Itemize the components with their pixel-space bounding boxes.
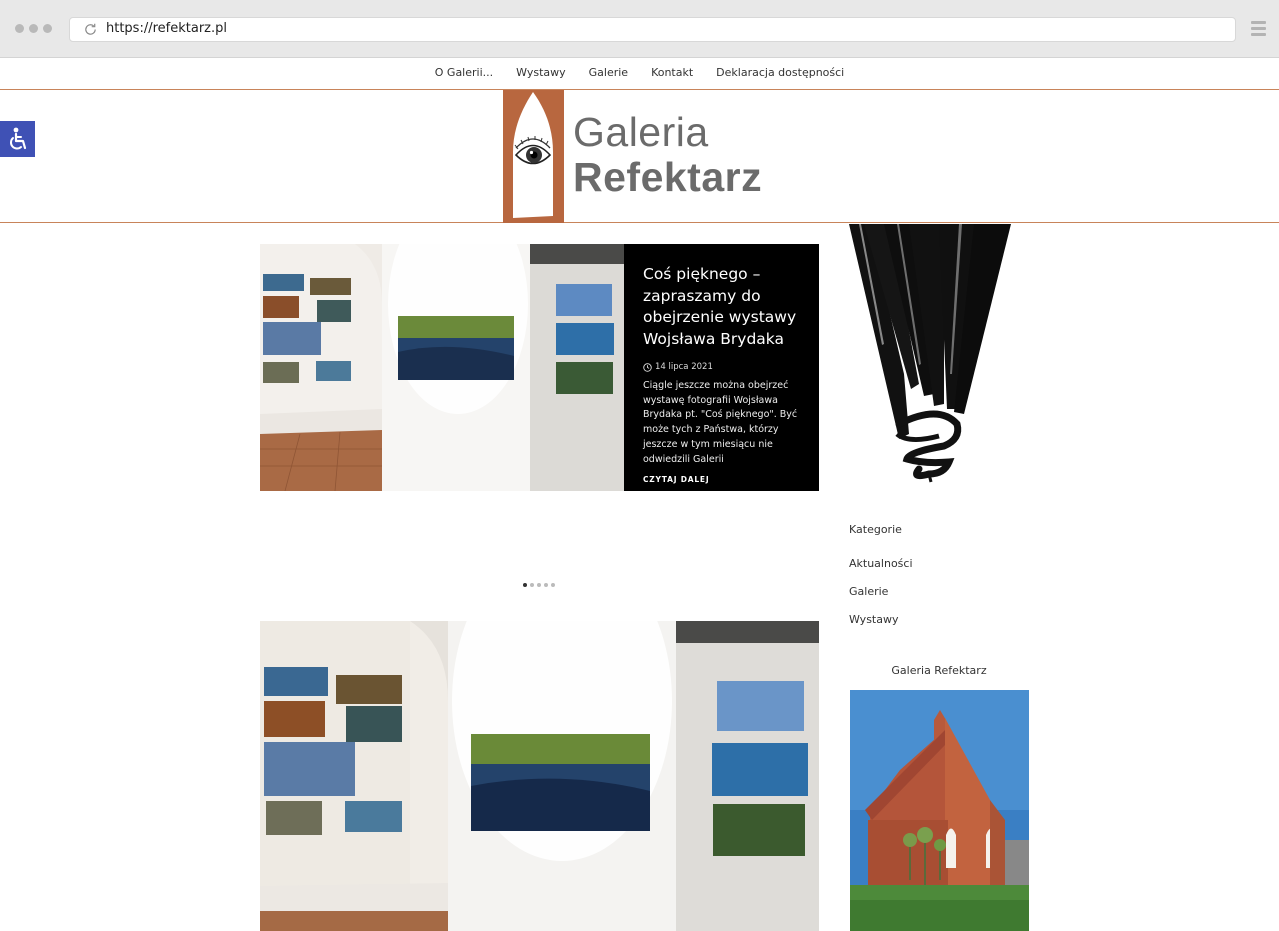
slide-photo[interactable] bbox=[260, 244, 624, 491]
slide-date: 14 lipca 2021 bbox=[643, 362, 801, 372]
brush-artwork bbox=[849, 224, 1011, 483]
main-navigation: O Galerii... Wystawy Galerie Kontakt Dek… bbox=[0, 58, 1279, 90]
close-window-button[interactable] bbox=[15, 24, 24, 33]
slide-excerpt: Ciągle jeszcze można obejrzeć wystawę fo… bbox=[643, 380, 798, 465]
categories-heading: Kategorie bbox=[849, 523, 902, 536]
read-more-link[interactable]: CZYTAJ DALEJ bbox=[643, 475, 709, 484]
nav-item-wystawy[interactable]: Wystawy bbox=[516, 66, 565, 79]
category-aktualnosci[interactable]: Aktualności bbox=[849, 557, 913, 585]
slider-dot[interactable] bbox=[530, 583, 534, 587]
window-controls bbox=[15, 24, 52, 33]
post-featured-image[interactable] bbox=[260, 621, 819, 931]
url-text: https://refektarz.pl bbox=[106, 21, 227, 36]
nav-item-deklaracja[interactable]: Deklaracja dostępności bbox=[716, 66, 844, 79]
slider-pagination bbox=[523, 583, 555, 587]
logo-wordmark[interactable]: Galeria Refektarz bbox=[573, 112, 762, 198]
address-bar[interactable]: https://refektarz.pl bbox=[69, 17, 1236, 42]
slider-dot[interactable] bbox=[551, 583, 555, 587]
accessibility-button[interactable] bbox=[0, 121, 35, 157]
category-wystawy[interactable]: Wystawy bbox=[849, 613, 913, 641]
browser-toolbar: https://refektarz.pl bbox=[0, 0, 1279, 58]
browser-menu-icon[interactable] bbox=[1251, 21, 1266, 36]
featured-slider[interactable]: Coś pięknego – zapraszamy do obejrzenie … bbox=[260, 244, 819, 491]
categories-list: Aktualności Galerie Wystawy bbox=[849, 557, 913, 641]
maximize-window-button[interactable] bbox=[43, 24, 52, 33]
gallery-church-photo[interactable] bbox=[850, 690, 1029, 931]
slide-title[interactable]: Coś pięknego – zapraszamy do obejrzenie … bbox=[643, 264, 801, 350]
site-header: Galeria Refektarz bbox=[0, 90, 1279, 223]
nav-item-kontakt[interactable]: Kontakt bbox=[651, 66, 693, 79]
minimize-window-button[interactable] bbox=[29, 24, 38, 33]
clock-icon bbox=[643, 362, 652, 372]
slide-date-text: 14 lipca 2021 bbox=[655, 362, 713, 372]
logo-line-2: Refektarz bbox=[573, 154, 763, 200]
nav-item-o-galerii[interactable]: O Galerii... bbox=[435, 66, 493, 79]
logo-line-1: Galeria bbox=[573, 109, 709, 155]
reload-icon[interactable] bbox=[83, 22, 98, 37]
wheelchair-icon bbox=[9, 127, 26, 150]
gallery-widget-title: Galeria Refektarz bbox=[891, 664, 987, 677]
slider-dot[interactable] bbox=[537, 583, 541, 587]
logo-eye-mark[interactable] bbox=[503, 90, 564, 223]
slide-caption-panel: Coś pięknego – zapraszamy do obejrzenie … bbox=[624, 244, 819, 491]
slider-dot[interactable] bbox=[523, 583, 527, 587]
slider-dot[interactable] bbox=[544, 583, 548, 587]
nav-item-galerie[interactable]: Galerie bbox=[589, 66, 628, 79]
category-galerie[interactable]: Galerie bbox=[849, 585, 913, 613]
